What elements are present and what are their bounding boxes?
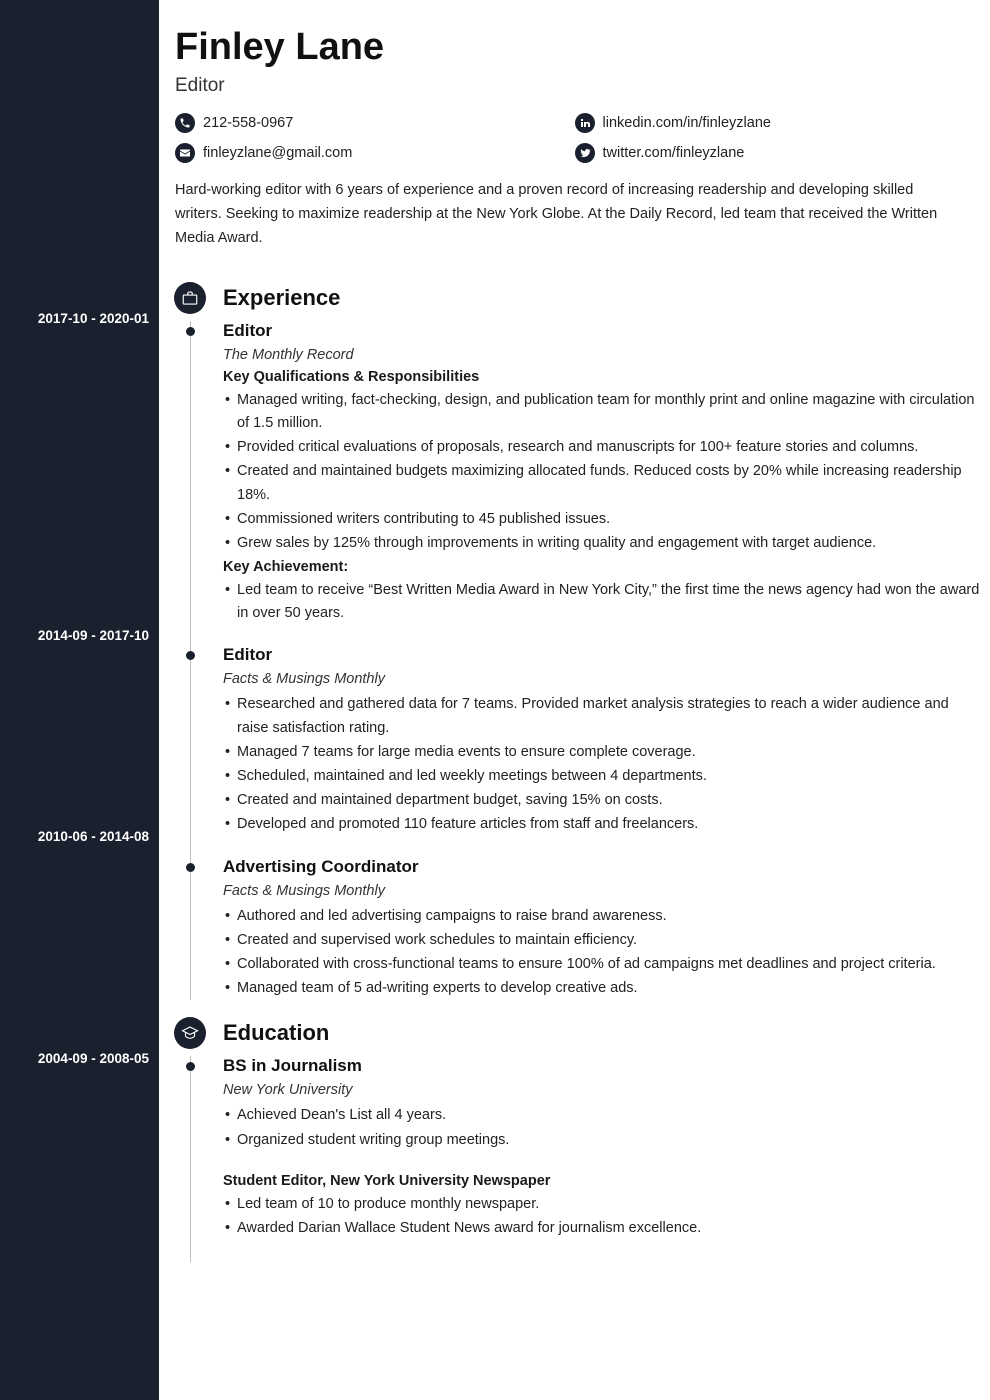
list-item: Managed team of 5 ad-writing experts to … (223, 977, 982, 1000)
contacts: 212-558-0967 linkedin.com/in/finleyzlane… (175, 113, 974, 163)
job-org: The Monthly Record (223, 347, 982, 363)
resume-header: Finley Lane Editor 212-558-0967 linkedin… (159, 26, 990, 273)
resume-page: 2017-10 - 2020-01 2014-09 - 2017-10 2010… (0, 0, 990, 1400)
job-title: Editor (223, 321, 982, 341)
list-item: Awarded Darian Wallace Student News awar… (223, 1217, 982, 1240)
list-item: Commissioned writers contributing to 45 … (223, 508, 982, 531)
contact-email-text: finleyzlane@gmail.com (203, 145, 352, 161)
contact-linkedin-text: linkedin.com/in/finleyzlane (603, 115, 771, 131)
job-title: Editor (223, 645, 982, 665)
list-item: Grew sales by 125% through improvements … (223, 532, 982, 555)
list-item: Created and supervised work schedules to… (223, 929, 982, 952)
job-bullets: Researched and gathered data for 7 teams… (223, 693, 982, 836)
edu-bullets: Led team of 10 to produce monthly newspa… (223, 1193, 982, 1240)
contact-phone-text: 212-558-0967 (203, 115, 293, 131)
job-bullets: Led team to receive “Best Written Media … (223, 579, 982, 625)
degree-title: BS in Journalism (223, 1056, 982, 1076)
education-timeline: BS in Journalism New York University Ach… (190, 1056, 990, 1262)
job-bullets: Authored and led advertising campaigns t… (223, 905, 982, 1001)
date-range: 2004-09 - 2008-05 (38, 1051, 159, 1066)
list-item: Managed writing, fact-checking, design, … (223, 389, 982, 435)
date-range: 2010-06 - 2014-08 (38, 829, 159, 844)
list-item: Authored and led advertising campaigns t… (223, 905, 982, 928)
twitter-icon (575, 143, 595, 163)
section-title: Experience (223, 285, 340, 311)
list-item: Created and maintained budgets maximizin… (223, 460, 982, 506)
contact-phone: 212-558-0967 (175, 113, 575, 133)
timeline-dot (186, 327, 195, 336)
phone-icon (175, 113, 195, 133)
list-item: Led team of 10 to produce monthly newspa… (223, 1193, 982, 1216)
list-item: Led team to receive “Best Written Media … (223, 579, 982, 625)
job-title: Advertising Coordinator (223, 857, 982, 877)
job-subhead: Key Qualifications & Responsibilities (223, 369, 982, 385)
list-item: Scheduled, maintained and led weekly mee… (223, 765, 982, 788)
linkedin-icon (575, 113, 595, 133)
list-item: Collaborated with cross-functional teams… (223, 953, 982, 976)
briefcase-icon (174, 282, 206, 314)
contact-twitter-text: twitter.com/finleyzlane (603, 145, 745, 161)
candidate-name: Finley Lane (175, 26, 974, 69)
timeline-dot (186, 1062, 195, 1071)
date-range: 2017-10 - 2020-01 (38, 311, 159, 326)
edu-bullets: Achieved Dean's List all 4 years. Organi… (223, 1104, 982, 1151)
list-item: Organized student writing group meetings… (223, 1129, 982, 1152)
list-item: Created and maintained department budget… (223, 789, 982, 812)
list-item: Developed and promoted 110 feature artic… (223, 813, 982, 836)
graduation-icon (174, 1017, 206, 1049)
timeline-dot (186, 651, 195, 660)
experience-entry: Editor Facts & Musings Monthly Researche… (223, 645, 982, 836)
job-org: Facts & Musings Monthly (223, 671, 982, 687)
list-item: Researched and gathered data for 7 teams… (223, 693, 982, 739)
experience-entry: Advertising Coordinator Facts & Musings … (223, 857, 982, 1001)
main-content: Finley Lane Editor 212-558-0967 linkedin… (159, 0, 990, 1400)
list-item: Achieved Dean's List all 4 years. (223, 1104, 982, 1127)
list-item: Provided critical evaluations of proposa… (223, 436, 982, 459)
section-header-education: Education (175, 1020, 990, 1046)
school-org: New York University (223, 1082, 982, 1098)
section-title: Education (223, 1020, 329, 1046)
contact-twitter: twitter.com/finleyzlane (575, 143, 975, 163)
contact-email: finleyzlane@gmail.com (175, 143, 575, 163)
job-bullets: Managed writing, fact-checking, design, … (223, 389, 982, 555)
job-org: Facts & Musings Monthly (223, 883, 982, 899)
education-entry: BS in Journalism New York University Ach… (223, 1056, 982, 1240)
sidebar: 2017-10 - 2020-01 2014-09 - 2017-10 2010… (0, 0, 159, 1400)
candidate-title: Editor (175, 75, 974, 97)
experience-timeline: Editor The Monthly Record Key Qualificat… (190, 321, 990, 1001)
summary: Hard-working editor with 6 years of expe… (175, 179, 974, 251)
experience-entry: Editor The Monthly Record Key Qualificat… (223, 321, 982, 626)
email-icon (175, 143, 195, 163)
date-range: 2014-09 - 2017-10 (38, 628, 159, 643)
edu-subhead: Student Editor, New York University News… (223, 1173, 982, 1189)
timeline-dot (186, 863, 195, 872)
list-item: Managed 7 teams for large media events t… (223, 741, 982, 764)
section-header-experience: Experience (175, 285, 990, 311)
contact-linkedin: linkedin.com/in/finleyzlane (575, 113, 975, 133)
job-subhead: Key Achievement: (223, 559, 982, 575)
